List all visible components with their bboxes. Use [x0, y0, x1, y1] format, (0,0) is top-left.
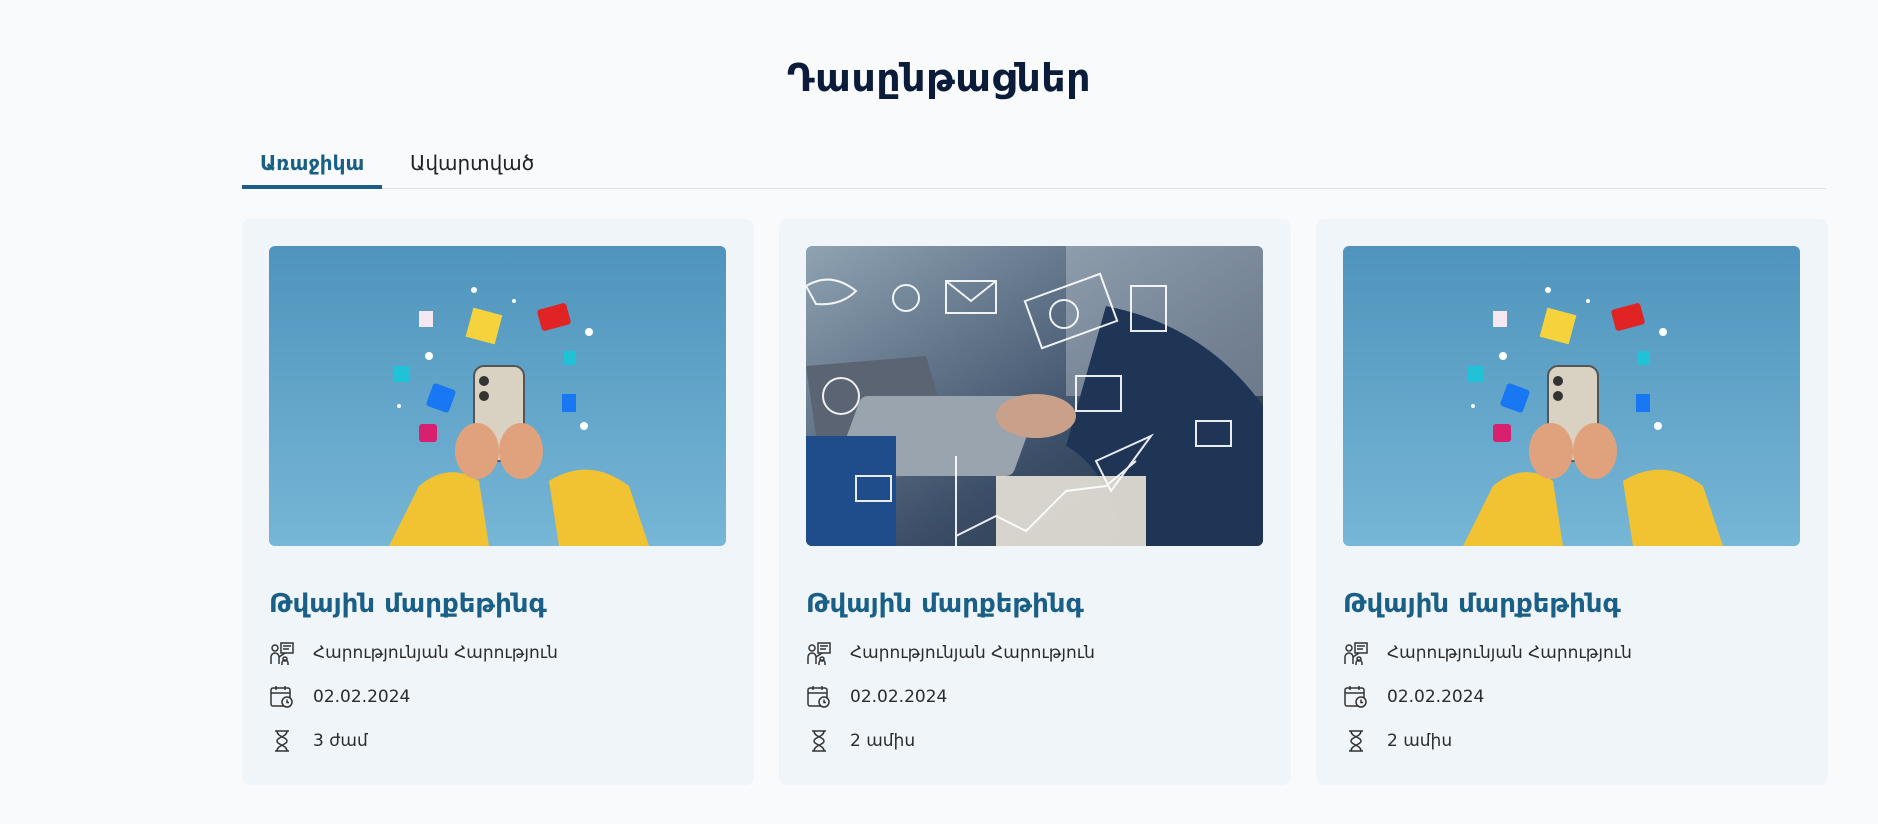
date-row: 02.02.2024: [269, 684, 410, 710]
course-duration: 3 ժամ: [313, 731, 368, 751]
duration-row: 3 ժամ: [269, 728, 368, 754]
course-title[interactable]: Թվային մարքեթինգ: [806, 589, 1084, 619]
date-row: 02.02.2024: [806, 684, 947, 710]
course-date: 02.02.2024: [313, 687, 411, 707]
course-duration: 2 ամիս: [850, 731, 916, 751]
instructor-name: Հարությունյան Հարություն: [313, 643, 558, 663]
calendar-clock-icon: [269, 684, 295, 710]
course-date: 02.02.2024: [850, 687, 948, 707]
course-title[interactable]: Թվային մարքեթինգ: [269, 589, 547, 619]
tab-completed[interactable]: Ավարտված: [392, 140, 552, 186]
business-laptop-image[interactable]: [806, 246, 1263, 546]
presenter-icon: [1343, 640, 1369, 666]
instructor-name: Հարությունյան Հարություն: [1387, 643, 1632, 663]
presenter-icon: [806, 640, 832, 666]
instructor-name: Հարությունյան Հարություն: [850, 643, 1095, 663]
tab-upcoming[interactable]: Առաջիկա: [242, 140, 383, 189]
course-card[interactable]: Թվային մարքեթինգ Հարությունյան Հարությու…: [242, 219, 754, 785]
hourglass-icon: [269, 728, 295, 754]
calendar-clock-icon: [806, 684, 832, 710]
course-duration: 2 ամիս: [1387, 731, 1453, 751]
hourglass-icon: [1343, 728, 1369, 754]
course-card[interactable]: Թվային մարքեթինգ Հարությունյան Հարությու…: [779, 219, 1291, 785]
social-media-phone-image[interactable]: [1343, 246, 1800, 546]
instructor-row: Հարությունյան Հարություն: [806, 640, 1095, 666]
duration-row: 2 ամիս: [1343, 728, 1452, 754]
duration-row: 2 ամիս: [806, 728, 915, 754]
course-card[interactable]: Թվային մարքեթինգ Հարությունյան Հարությու…: [1316, 219, 1828, 785]
instructor-row: Հարությունյան Հարություն: [269, 640, 558, 666]
date-row: 02.02.2024: [1343, 684, 1484, 710]
instructor-row: Հարությունյան Հարություն: [1343, 640, 1632, 666]
course-date: 02.02.2024: [1387, 687, 1485, 707]
course-tabs: Առաջիկա Ավարտված: [242, 140, 1826, 189]
page-title: Դասընթացներ: [786, 56, 1092, 100]
calendar-clock-icon: [1343, 684, 1369, 710]
social-media-phone-image[interactable]: [269, 246, 726, 546]
hourglass-icon: [806, 728, 832, 754]
course-title[interactable]: Թվային մարքեթինգ: [1343, 589, 1621, 619]
presenter-icon: [269, 640, 295, 666]
